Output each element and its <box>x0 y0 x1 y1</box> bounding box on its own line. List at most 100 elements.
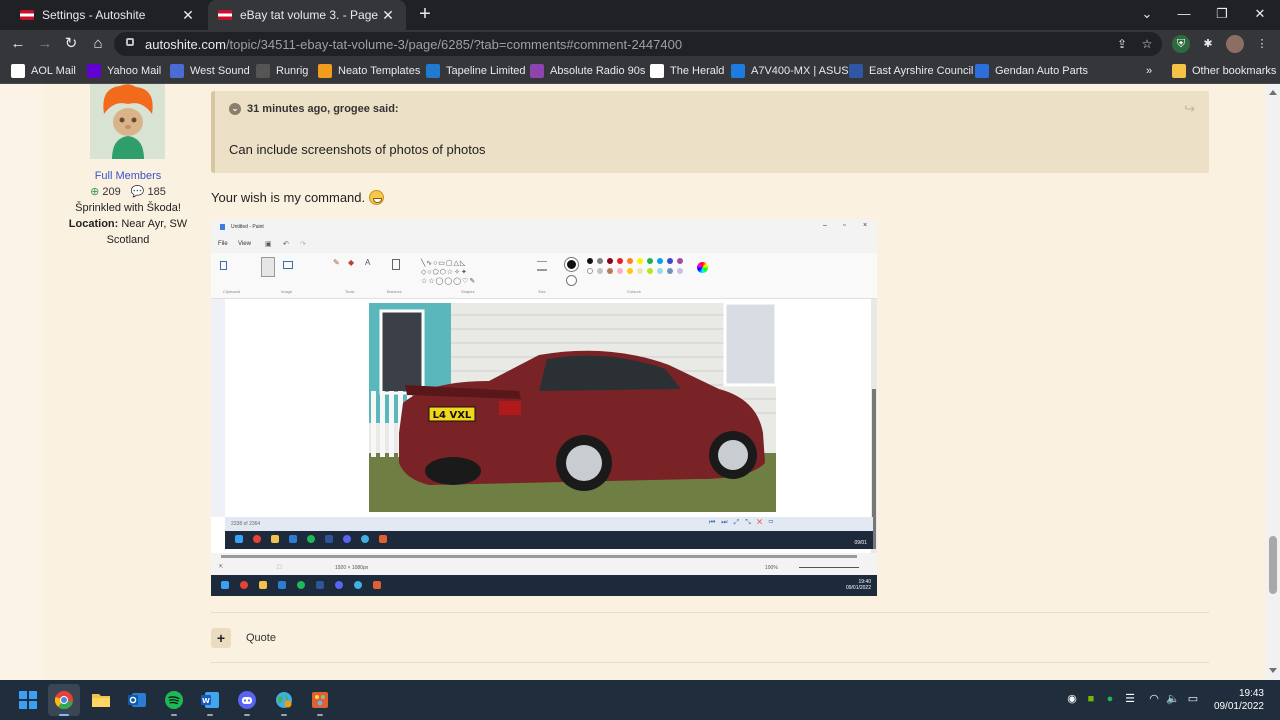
collapse-chevron-icon[interactable]: ⌄ <box>229 103 241 115</box>
taskbar-discord[interactable] <box>231 684 263 716</box>
bookmark-west-sound[interactable]: West Sound <box>170 58 250 84</box>
url-text[interactable]: autoshite.com/topic/34511-ebay-tat-volum… <box>145 37 682 52</box>
swatch <box>627 258 633 264</box>
start-button[interactable] <box>12 684 44 716</box>
more-bookmarks-button[interactable]: » <box>1146 58 1152 84</box>
tab-search-icon[interactable]: ⌄ <box>1128 0 1166 28</box>
taskbar-clock[interactable]: 19:43 09/01/2022 <box>1212 687 1264 713</box>
notes-tray-icon[interactable]: ☰ <box>1122 691 1138 707</box>
embedded-screenshot[interactable]: Untitled - Paint – ▫ × File View ▣ ↶ ↷ ✎… <box>211 219 877 596</box>
taskbar-chrome[interactable] <box>48 684 80 716</box>
yahoo-icon <box>87 64 101 78</box>
scroll-down-arrow-icon[interactable] <box>1269 668 1277 673</box>
bookmark-aol-mail[interactable]: AOL Mail <box>11 58 76 84</box>
inner-clock: 09/01 <box>854 540 867 546</box>
paint-horizontal-scrollbar <box>211 553 877 561</box>
folder-icon <box>1172 64 1186 78</box>
spotify-icon <box>165 691 183 709</box>
bookmark-runrig[interactable]: Runrig <box>256 58 308 84</box>
author-avatar[interactable] <box>90 84 165 159</box>
tab-ebay-tat[interactable]: eBay tat volume 3. - Page 6285 - ✕ <box>208 0 406 30</box>
paint-zoom-slider <box>799 567 859 568</box>
svg-text:W: W <box>202 697 210 705</box>
outlook-icon <box>278 581 286 589</box>
bookmark-the-herald[interactable]: The Herald <box>650 58 724 84</box>
volume-icon[interactable]: 🔈 <box>1165 691 1181 707</box>
nvidia-tray-icon[interactable]: ■ <box>1083 691 1099 707</box>
scroll-up-arrow-icon[interactable] <box>1269 90 1277 95</box>
other-bookmarks-folder[interactable]: Other bookmarks <box>1172 58 1276 84</box>
paint-app-icon <box>312 692 328 708</box>
post-count: 💬 185 <box>130 186 166 198</box>
spotify-tray-icon[interactable]: ● <box>1102 691 1118 707</box>
home-button[interactable]: ⌂ <box>87 33 109 55</box>
discord-tray-icon[interactable]: ◉ <box>1064 691 1080 707</box>
restore-button[interactable]: ❐ <box>1203 0 1241 28</box>
minimize-button[interactable]: — <box>1165 0 1203 28</box>
bookmark-tapeline-limited[interactable]: Tapeline Limited <box>426 58 526 84</box>
taskbar-word[interactable]: W <box>194 684 226 716</box>
extensions-puzzle-icon[interactable]: ✱ <box>1199 35 1217 53</box>
close-tab-icon[interactable]: ✕ <box>180 7 196 24</box>
quote-button[interactable]: Quote <box>246 632 276 644</box>
swatch <box>587 268 593 274</box>
paint-brush-icon <box>392 259 400 270</box>
battery-icon[interactable]: ▭ <box>1185 691 1201 707</box>
paint-app-icon <box>220 224 225 230</box>
paint-edit-colours-icon <box>697 262 708 273</box>
swatch <box>667 258 673 264</box>
new-tab-button[interactable]: + <box>414 4 436 26</box>
globe-app-icon <box>361 535 369 543</box>
close-tab-icon[interactable]: ✕ <box>380 7 396 24</box>
tab-title: Settings - Autoshite <box>42 8 146 22</box>
neato-icon <box>318 64 332 78</box>
address-bar[interactable]: autoshite.com/topic/34511-ebay-tat-volum… <box>114 32 1162 56</box>
swatch <box>617 268 623 274</box>
bookmark-absolute-radio[interactable]: Absolute Radio 90s <box>530 58 645 84</box>
paint-crop-icon <box>283 261 293 269</box>
member-group[interactable]: Full Members <box>64 168 192 184</box>
share-icon[interactable]: ⇪ <box>1113 35 1131 53</box>
browser-toolbar: ← → ↻ ⌂ autoshite.com/topic/34511-ebay-t… <box>0 30 1280 58</box>
scroll-thumb[interactable] <box>1269 536 1277 594</box>
bookmark-gendan-auto-parts[interactable]: Gendan Auto Parts <box>975 58 1088 84</box>
word-icon: W <box>201 692 219 708</box>
go-to-quote-icon[interactable]: ↪ <box>1184 101 1195 117</box>
paint-ribbon: ✎ ◆ A ╲∿○▭▢△◺ ◇○⬠⬡☆✧✦ ☆☆◯◯◯♡✎ Clipboard … <box>211 253 877 299</box>
paint-fill-icon: ◆ <box>348 258 355 267</box>
forward-button[interactable]: → <box>34 33 56 55</box>
globe-app-icon <box>354 581 362 589</box>
taskbar-file-explorer[interactable] <box>85 684 117 716</box>
member-location: Location: Near Ayr, SW Scotland <box>68 218 188 246</box>
quote-body: Can include screenshots of photos of pho… <box>229 142 486 157</box>
tab-settings[interactable]: Settings - Autoshite ✕ <box>10 0 206 30</box>
lock-icon[interactable] <box>126 38 134 46</box>
page-scrollbar[interactable] <box>1266 84 1280 680</box>
paint-select-icon <box>261 257 275 277</box>
taskbar-outlook[interactable] <box>121 684 153 716</box>
word-icon <box>316 581 324 589</box>
back-button[interactable]: ← <box>7 33 29 55</box>
bookmark-neato-templates[interactable]: Neato Templates <box>318 58 420 84</box>
author-info: Full Members ⊕ 209 💬 185 Šprinkled with … <box>64 168 192 248</box>
quote-citation[interactable]: ⌄ 31 minutes ago, grogee said: <box>229 103 399 115</box>
bookmark-east-ayrshire-council[interactable]: East Ayrshire Council <box>849 58 973 84</box>
paint-close-icon: × <box>863 222 868 229</box>
swatch <box>637 268 643 274</box>
author-stats: ⊕ 209 💬 185 <box>64 184 192 200</box>
bookmark-yahoo-mail[interactable]: Yahoo Mail <box>87 58 161 84</box>
taskbar-globe-app[interactable] <box>268 684 300 716</box>
wifi-icon[interactable]: ◠ <box>1146 691 1162 707</box>
discord-icon <box>343 535 351 543</box>
profile-avatar-icon[interactable] <box>1226 35 1244 53</box>
shield-extension-icon[interactable]: ⛨ <box>1172 35 1190 53</box>
bookmark-star-icon[interactable]: ☆ <box>1138 35 1156 53</box>
taskbar-spotify[interactable] <box>158 684 190 716</box>
close-window-button[interactable]: ✕ <box>1241 0 1279 28</box>
multiquote-plus-button[interactable]: + <box>211 628 231 648</box>
taskbar-paint[interactable] <box>304 684 336 716</box>
reload-button[interactable]: ↻ <box>60 33 82 55</box>
bookmark-asus[interactable]: A7V400-MX | ASUS <box>731 58 849 84</box>
menu-kebab-icon[interactable]: ⋮ <box>1253 35 1271 53</box>
paint-title-bar: Untitled - Paint – ▫ × <box>211 219 877 237</box>
